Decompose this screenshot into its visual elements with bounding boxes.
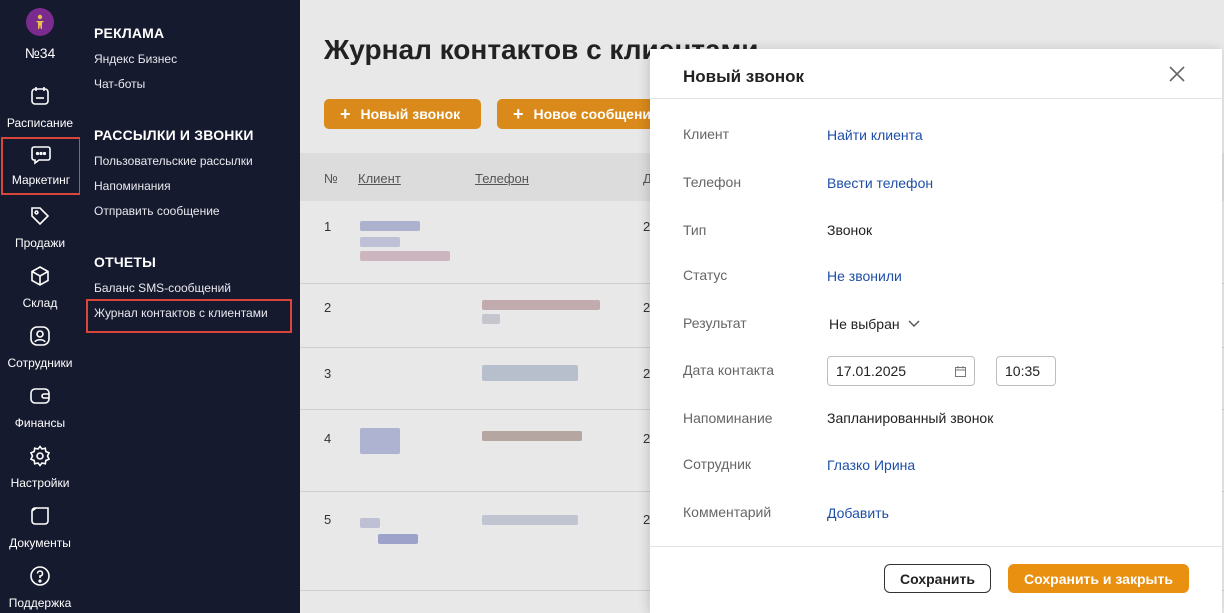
rail-item-label: Документы: [9, 536, 71, 550]
submenu-section-title: РЕКЛАМА: [94, 25, 165, 41]
column-header-number[interactable]: №: [324, 171, 338, 186]
column-header-phone[interactable]: Телефон: [475, 171, 529, 186]
calendar-icon[interactable]: [955, 366, 966, 377]
chevron-down-icon: [908, 320, 920, 327]
modal-title: Новый звонок: [683, 67, 805, 86]
rail-item-label: Склад: [22, 296, 58, 310]
rail-item-sales[interactable]: Продажи: [0, 202, 80, 260]
save-and-close-button[interactable]: Сохранить и закрыть: [1008, 564, 1189, 593]
submenu-link-reminders[interactable]: Напоминания: [94, 179, 171, 193]
contact-date-input[interactable]: 17.01.2025: [827, 356, 975, 386]
marketing-submenu: РЕКЛАМА Яндекс Бизнес Чат-боты РАССЫЛКИ …: [80, 0, 300, 613]
rail-item-documents[interactable]: Документы: [0, 502, 80, 560]
modal-footer-divider: [650, 546, 1222, 547]
user-icon: [30, 326, 50, 346]
redacted-text: [360, 428, 400, 454]
row-number: 1: [324, 219, 332, 234]
submenu-section-title: РАССЫЛКИ И ЗВОНКИ: [94, 127, 254, 143]
column-header-client[interactable]: Клиент: [358, 171, 401, 186]
reminder-value: Запланированный звонок: [827, 410, 994, 426]
redacted-text: [378, 534, 418, 544]
document-icon: [31, 507, 49, 525]
tag-icon: [31, 207, 50, 226]
submenu-section-title: ОТЧЕТЫ: [94, 254, 157, 270]
enter-phone-link[interactable]: Ввести телефон: [827, 175, 933, 191]
chat-icon: [31, 146, 51, 165]
contact-date-label: Дата контакта: [683, 362, 775, 378]
client-label: Клиент: [683, 126, 730, 142]
icon-rail: №34 Расписание Маркетинг Продажи Склад С…: [0, 0, 81, 613]
redacted-text: [482, 515, 578, 525]
rail-item-marketing[interactable]: Маркетинг: [1, 137, 81, 195]
redacted-text: [482, 365, 578, 381]
rail-item-label: Продажи: [14, 236, 66, 250]
rail-item-employees[interactable]: Сотрудники: [0, 322, 80, 380]
result-select[interactable]: Не выбран: [829, 316, 920, 332]
help-icon: [30, 566, 50, 586]
modal-divider: [650, 98, 1222, 99]
rail-item-settings[interactable]: Настройки: [0, 442, 80, 500]
calendar-icon: [31, 87, 49, 105]
save-button[interactable]: Сохранить: [884, 564, 991, 593]
new-call-label: Новый звонок: [360, 106, 461, 122]
add-comment-link[interactable]: Добавить: [827, 505, 889, 521]
row-number: 2: [324, 300, 332, 315]
new-call-button[interactable]: + Новый звонок: [324, 99, 481, 129]
comment-label: Комментарий: [683, 504, 772, 520]
rail-item-support[interactable]: Поддержка: [0, 562, 80, 613]
rail-item-label: Поддержка: [8, 596, 72, 610]
type-value: Звонок: [827, 222, 873, 238]
contact-time-input[interactable]: 10:35: [996, 356, 1056, 386]
gear-icon: [29, 445, 51, 467]
rail-item-finance[interactable]: Финансы: [0, 382, 80, 440]
new-message-label: Новое сообщение: [533, 106, 659, 122]
close-icon[interactable]: [1168, 65, 1186, 83]
plus-icon: +: [513, 103, 524, 124]
rail-item-label: Финансы: [14, 416, 66, 430]
submenu-link-yandex-business[interactable]: Яндекс Бизнес: [94, 52, 177, 66]
status-link[interactable]: Не звонили: [827, 268, 902, 284]
redacted-text: [360, 251, 450, 261]
status-label: Статус: [683, 267, 728, 283]
row-number: 5: [324, 512, 332, 527]
redacted-text: [360, 237, 400, 247]
club-logo-icon[interactable]: [26, 8, 54, 36]
reminder-label: Напоминание: [683, 410, 773, 426]
contact-time-value: 10:35: [1005, 363, 1041, 379]
box-icon: [31, 266, 49, 286]
result-label: Результат: [683, 315, 747, 331]
rail-item-schedule[interactable]: Расписание: [0, 82, 80, 140]
rail-item-label: Расписание: [6, 116, 74, 130]
new-call-modal: Новый звонок Клиент Найти клиента Телефо…: [650, 49, 1222, 613]
redacted-text: [482, 300, 600, 310]
rail-item-label: Маркетинг: [11, 173, 71, 187]
phone-label: Телефон: [683, 174, 742, 190]
find-client-link[interactable]: Найти клиента: [827, 127, 923, 143]
result-select-value: Не выбран: [829, 316, 900, 332]
contact-date-value: 17.01.2025: [836, 363, 907, 379]
row-number: 4: [324, 431, 332, 446]
redacted-text: [482, 431, 582, 441]
rail-item-warehouse[interactable]: Склад: [0, 262, 80, 320]
submenu-link-sms-balance[interactable]: Баланс SMS-сообщений: [94, 281, 231, 295]
submenu-link-contact-log[interactable]: Журнал контактов с клиентами: [94, 306, 268, 320]
submenu-link-custom-mailings[interactable]: Пользовательские рассылки: [94, 154, 253, 168]
plus-icon: +: [340, 103, 351, 124]
redacted-text: [360, 221, 420, 231]
rail-item-label: Настройки: [10, 476, 70, 490]
submenu-link-send-message[interactable]: Отправить сообщение: [94, 204, 220, 218]
club-number: №34: [24, 45, 56, 61]
row-number: 3: [324, 366, 332, 381]
employee-label: Сотрудник: [683, 456, 752, 472]
redacted-text: [360, 518, 380, 528]
employee-link[interactable]: Глазко Ирина: [827, 457, 915, 473]
type-label: Тип: [683, 222, 707, 238]
wallet-icon: [30, 388, 50, 404]
rail-item-label: Сотрудники: [7, 356, 73, 370]
redacted-text: [482, 314, 500, 324]
submenu-link-chatbots[interactable]: Чат-боты: [94, 77, 145, 91]
